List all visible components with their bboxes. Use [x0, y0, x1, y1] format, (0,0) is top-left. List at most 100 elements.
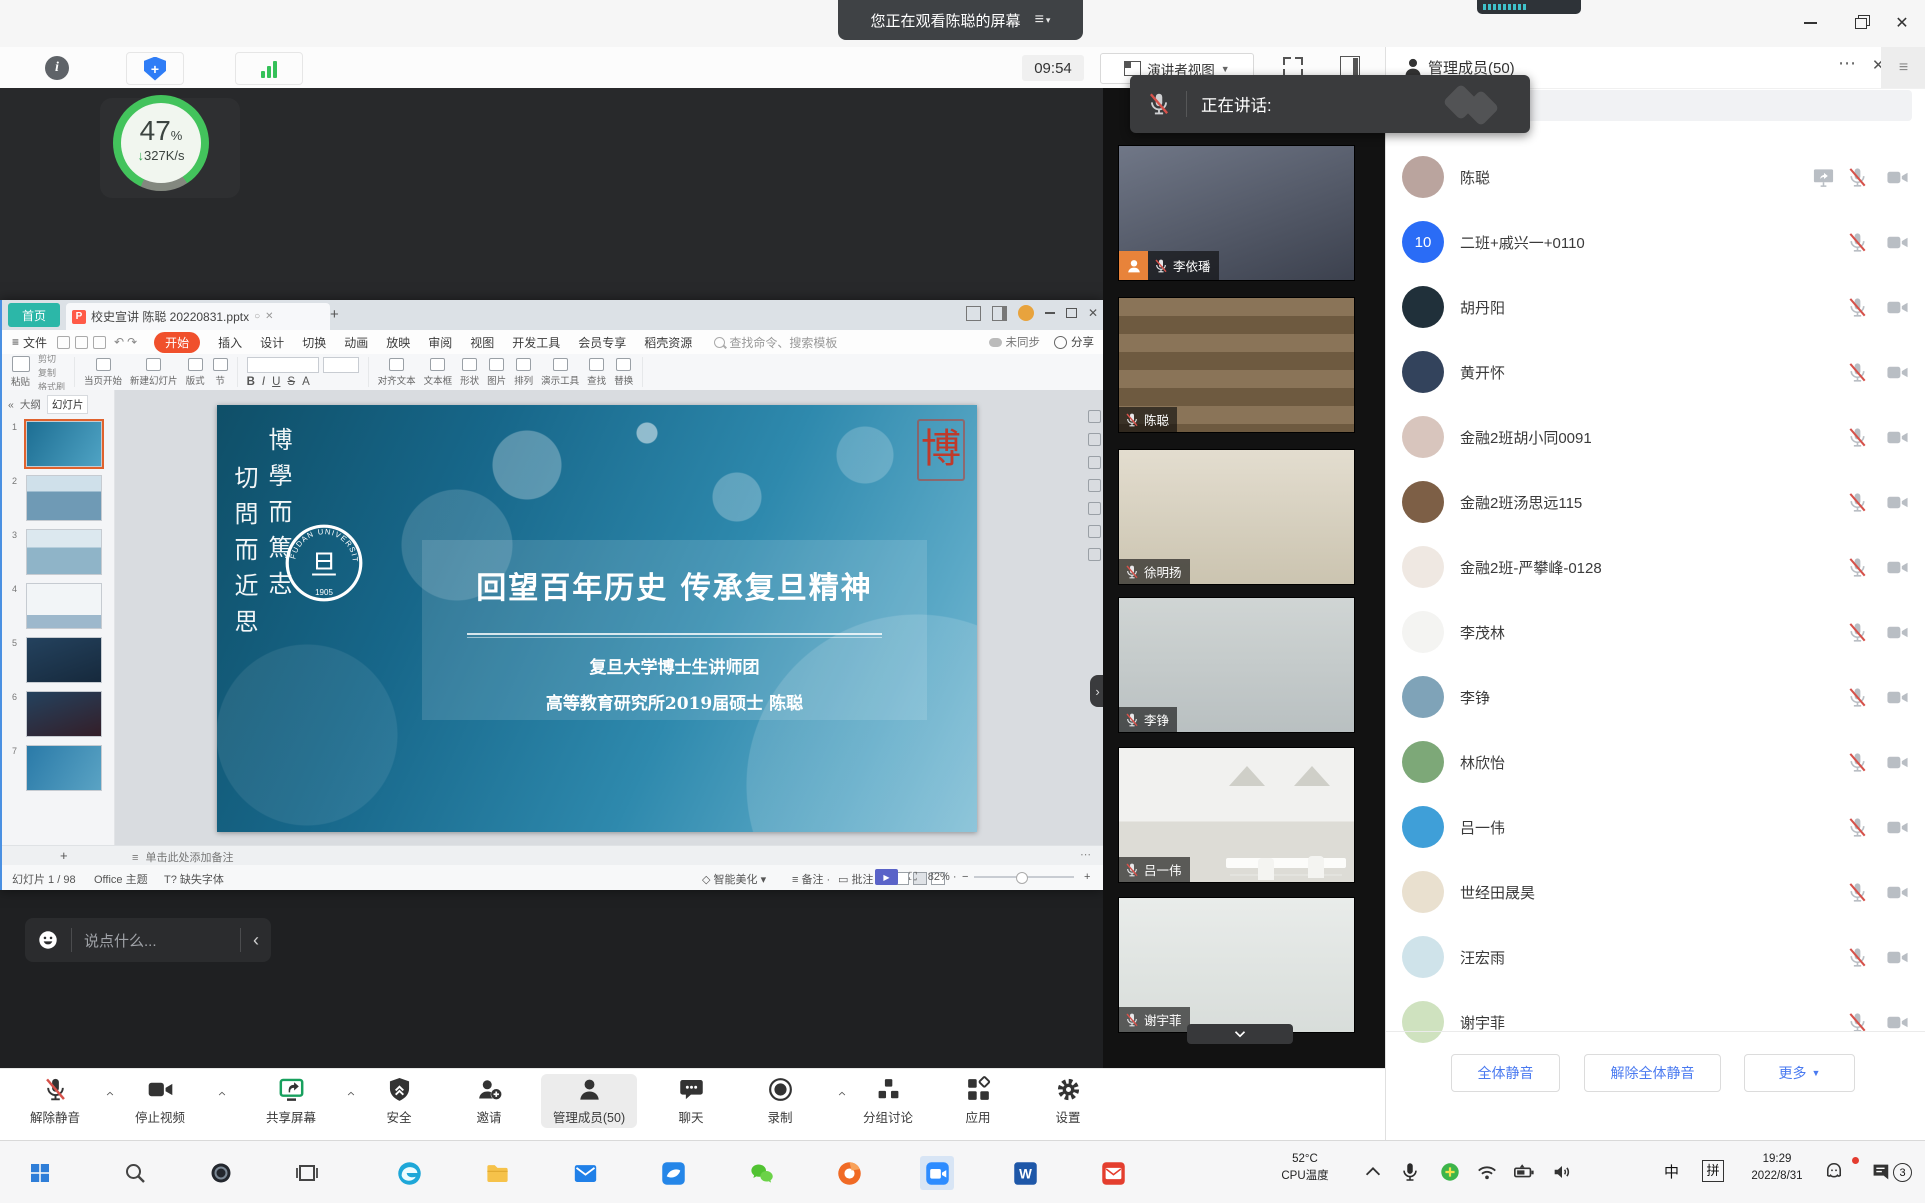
emoji-icon[interactable] [37, 929, 59, 951]
mic-muted-icon[interactable] [1846, 166, 1869, 189]
video-tile[interactable]: 陈聪 [1118, 297, 1355, 433]
tray-messenger-icon[interactable] [1821, 1159, 1847, 1185]
participant-row[interactable]: 黄开怀 [1386, 340, 1925, 405]
participant-row[interactable]: 金融2班汤思远115 [1386, 470, 1925, 535]
share-button[interactable]: 分享 [1054, 334, 1094, 350]
notification-count-badge[interactable]: 3 [1893, 1163, 1912, 1182]
slide-thumbnail[interactable]: 2 [26, 475, 102, 521]
toolbar-camera[interactable]: 停止视频 [112, 1076, 208, 1126]
chat-input-placeholder[interactable]: 说点什么... [84, 930, 228, 951]
new-tab-button[interactable]: + [330, 306, 339, 323]
network-signal-icon[interactable] [235, 52, 303, 85]
camera-icon[interactable] [1886, 491, 1909, 514]
mic-muted-icon[interactable] [1846, 296, 1869, 319]
notes-button[interactable]: ≡ 备注 · [792, 871, 830, 887]
camera-icon[interactable] [1886, 686, 1909, 709]
zoom-out-icon[interactable]: − [962, 871, 968, 883]
video-tile[interactable]: 吕一伟 [1118, 747, 1355, 883]
maximize-button[interactable] [1847, 10, 1875, 36]
ribbon-cmd[interactable]: 查找 [587, 358, 606, 387]
wps-menu-动画[interactable]: 动画 [344, 334, 368, 351]
slide-thumbnail[interactable]: 1 [26, 421, 102, 467]
camera-icon[interactable] [1886, 556, 1909, 579]
wps-grid-icon[interactable] [966, 306, 981, 321]
taskbar-docs-icon[interactable] [656, 1156, 690, 1190]
mic-muted-icon[interactable] [1846, 361, 1869, 384]
slide-thumbnail[interactable]: 3 [26, 529, 102, 575]
mic-muted-icon[interactable] [1846, 751, 1869, 774]
wps-document-tab[interactable]: P 校史宣讲 陈聪 20220831.pptx ○ ✕ [66, 303, 330, 330]
mic-muted-icon[interactable] [1846, 621, 1869, 644]
collapse-chat-icon[interactable]: ‹ [253, 930, 259, 951]
ribbon-format-B[interactable]: B [247, 376, 255, 388]
tray-volume-icon[interactable] [1549, 1159, 1575, 1185]
ribbon-cmd[interactable]: 节 [213, 358, 228, 387]
ribbon-format-U[interactable]: U [272, 376, 280, 388]
wps-menu-插入[interactable]: 插入 [218, 334, 242, 351]
taskbar-folder-icon[interactable] [480, 1156, 514, 1190]
collapse-panel-icon[interactable]: « [8, 399, 14, 411]
close-button[interactable]: ✕ [1888, 10, 1916, 36]
participant-row[interactable]: 吕一伟 [1386, 795, 1925, 860]
mic-muted-icon[interactable] [1846, 686, 1869, 709]
participant-row[interactable]: 胡丹阳 [1386, 275, 1925, 340]
ribbon-cmd[interactable]: 新建幻灯片 [130, 358, 178, 387]
mic-muted-icon[interactable] [1846, 816, 1869, 839]
meeting-info-icon[interactable]: i [42, 52, 72, 83]
ribbon-cmd[interactable]: 排列 [514, 358, 533, 387]
taskbar-browser-icon[interactable] [832, 1156, 866, 1190]
ribbon-cmd[interactable]: 形状 [460, 358, 479, 387]
camera-icon[interactable] [1886, 816, 1909, 839]
ime-pinyin-indicator[interactable]: 拼 [1702, 1160, 1724, 1182]
camera-icon[interactable] [1886, 361, 1909, 384]
mic-muted-icon[interactable] [1846, 946, 1869, 969]
wps-menu-稻壳资源[interactable]: 稻壳资源 [644, 334, 692, 351]
video-tile[interactable]: 李依璠 [1118, 145, 1355, 281]
wps-home-button[interactable]: 首页 [8, 303, 60, 327]
taskbar-mail-red-icon[interactable] [1096, 1156, 1130, 1190]
camera-icon[interactable] [1886, 751, 1909, 774]
toolbar-share[interactable]: 共享屏幕 [243, 1076, 339, 1126]
outline-tab[interactable]: 大纲 [20, 397, 41, 412]
more-videos-chevron[interactable] [1187, 1024, 1293, 1044]
video-tile[interactable]: 徐明扬 [1118, 449, 1355, 585]
wps-menu-切换[interactable]: 切换 [302, 334, 326, 351]
taskbar-word-icon[interactable]: W [1008, 1156, 1042, 1190]
ribbon-cmd[interactable]: 演示工具 [541, 358, 579, 387]
missing-font-warning[interactable]: T? 缺失字体 [164, 871, 224, 887]
slides-tab[interactable]: 幻灯片 [47, 395, 89, 414]
tray-expand-icon[interactable] [1360, 1159, 1386, 1185]
ribbon-cmd[interactable]: 复制 [38, 366, 65, 379]
participant-row[interactable]: 陈聪 [1386, 145, 1925, 210]
mic-muted-icon[interactable] [1846, 556, 1869, 579]
ribbon-cmd[interactable]: 剪切 [38, 354, 65, 365]
task-view-icon[interactable] [290, 1156, 324, 1190]
wps-account-avatar[interactable] [1018, 305, 1034, 321]
slide-thumbnail[interactable]: 7 [26, 745, 102, 791]
participant-row[interactable]: 10二班+戚兴一+0110 [1386, 210, 1925, 275]
tray-battery-icon[interactable] [1511, 1159, 1537, 1185]
taskbar-edge-icon[interactable] [392, 1156, 426, 1190]
zoom-slider[interactable] [974, 876, 1074, 878]
ribbon-format-S[interactable]: S [287, 376, 295, 388]
tray-antivirus-icon[interactable] [1437, 1159, 1463, 1185]
mic-muted-icon[interactable] [1846, 881, 1869, 904]
toolbar-member[interactable]: 管理成员(50) [541, 1074, 637, 1128]
participant-row[interactable]: 李铮 [1386, 665, 1925, 730]
camera-icon[interactable] [1886, 231, 1909, 254]
video-tile[interactable]: 李铮 [1118, 597, 1355, 733]
participant-row[interactable]: 世经田晟昊 [1386, 860, 1925, 925]
zoom-in-icon[interactable]: + [1084, 871, 1090, 883]
taskbar-mail-icon[interactable] [568, 1156, 602, 1190]
wps-menu-会员专享[interactable]: 会员专享 [578, 334, 626, 351]
add-note-icon[interactable]: + [60, 848, 68, 863]
wps-command-search[interactable]: 查找命令、搜索模板 [714, 334, 837, 351]
theme-name[interactable]: Office 主题 [94, 871, 148, 887]
quick-chat-bar[interactable]: 说点什么... ‹ [25, 918, 271, 962]
undo-redo-icons[interactable]: ↶↷ [114, 335, 140, 349]
camera-icon[interactable] [1886, 881, 1909, 904]
zoom-slider-knob[interactable] [1016, 872, 1028, 884]
minimize-button[interactable] [1796, 10, 1824, 36]
toolbar-caret-icon[interactable] [215, 1089, 229, 1099]
unmute-all-button[interactable]: 解除全体静音 [1584, 1054, 1721, 1092]
